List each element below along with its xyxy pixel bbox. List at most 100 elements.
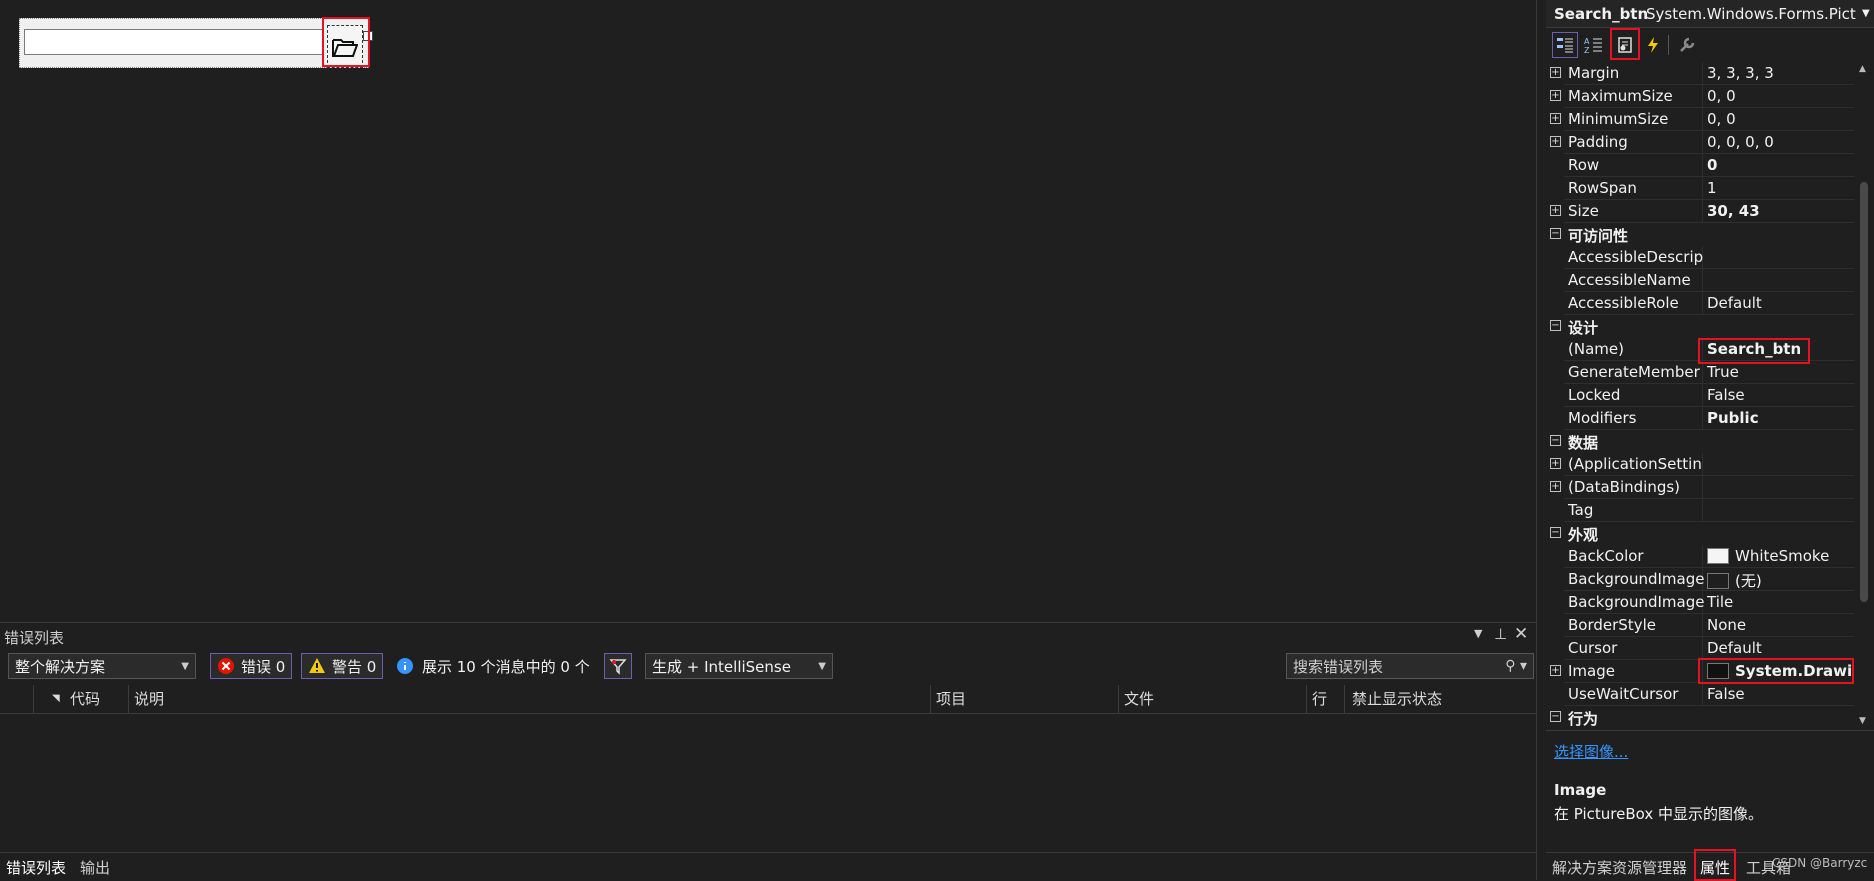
property-value[interactable]: 0, 0, 0, 0 bbox=[1707, 133, 1854, 151]
errors-filter-button[interactable]: 错误 0 bbox=[210, 653, 293, 679]
property-value[interactable]: 0, 0 bbox=[1707, 87, 1854, 105]
property-value[interactable]: Default bbox=[1707, 294, 1854, 312]
property-value[interactable]: True bbox=[1707, 363, 1854, 381]
property-name: Modifiers bbox=[1568, 409, 1637, 427]
property-value[interactable]: 0, 0 bbox=[1707, 110, 1854, 128]
tab-output[interactable]: 输出 bbox=[80, 857, 110, 878]
expand-icon[interactable]: + bbox=[1550, 205, 1561, 216]
tab-solution-explorer[interactable]: 解决方案资源管理器 bbox=[1552, 857, 1687, 878]
events-view-button[interactable] bbox=[1640, 32, 1666, 58]
column-header-suppression[interactable]: 禁止显示状态 bbox=[1352, 685, 1442, 713]
dropdown-arrow-icon[interactable]: ▼ bbox=[1474, 627, 1482, 640]
property-row[interactable]: Tag bbox=[1546, 499, 1854, 522]
categorized-button[interactable] bbox=[1552, 32, 1578, 58]
property-category[interactable]: − 外观 bbox=[1546, 522, 1854, 545]
property-name: AccessibleName bbox=[1568, 271, 1691, 289]
categorized-icon bbox=[1557, 38, 1573, 53]
properties-object-selector[interactable]: Search_btn System.Windows.Forms.Pict ▼ bbox=[1546, 0, 1874, 28]
alphabetical-button[interactable]: AZ bbox=[1580, 32, 1606, 58]
property-value[interactable]: False bbox=[1707, 386, 1854, 404]
property-category[interactable]: − 设计 bbox=[1546, 315, 1854, 338]
property-value[interactable]: False bbox=[1707, 685, 1854, 703]
scope-dropdown[interactable]: 整个解决方案 ▼ bbox=[8, 653, 196, 679]
property-value-cell[interactable] bbox=[1703, 246, 1854, 269]
property-value[interactable]: None bbox=[1707, 616, 1854, 634]
property-row[interactable]: Modifiers Public bbox=[1546, 407, 1854, 430]
property-row[interactable]: BackgroundImage Tile bbox=[1546, 591, 1854, 614]
expand-icon[interactable]: + bbox=[1550, 136, 1561, 147]
expand-icon[interactable]: + bbox=[1550, 113, 1561, 124]
property-value[interactable]: 30, 43 bbox=[1707, 202, 1854, 220]
property-value-text: 3, 3, 3, 3 bbox=[1707, 64, 1774, 82]
property-row[interactable]: BackColor WhiteSmoke bbox=[1546, 545, 1854, 568]
alphabetical-icon: AZ bbox=[1584, 37, 1602, 54]
column-header-code[interactable]: 代码 bbox=[70, 685, 100, 713]
property-row[interactable]: + MinimumSize 0, 0 bbox=[1546, 108, 1854, 131]
highlight-box-properties-tab bbox=[1694, 849, 1736, 881]
scroll-thumb[interactable] bbox=[1860, 182, 1868, 602]
choose-image-link[interactable]: 选择图像... bbox=[1554, 741, 1628, 762]
property-value[interactable]: WhiteSmoke bbox=[1707, 547, 1854, 565]
property-row[interactable]: + Margin 3, 3, 3, 3 bbox=[1546, 62, 1854, 85]
path-textbox[interactable] bbox=[24, 29, 324, 55]
property-row[interactable]: + (ApplicationSettin bbox=[1546, 453, 1854, 476]
scroll-up-icon[interactable]: ▲ bbox=[1859, 64, 1866, 74]
collapse-icon[interactable]: − bbox=[1550, 711, 1561, 722]
messages-filter-button[interactable]: 展示 10 个消息中的 0 个 bbox=[396, 653, 590, 679]
expand-icon[interactable]: + bbox=[1550, 458, 1561, 469]
property-value-cell[interactable] bbox=[1703, 453, 1854, 476]
filter-button[interactable] bbox=[604, 653, 632, 679]
property-value[interactable]: 0 bbox=[1707, 156, 1854, 174]
expand-icon[interactable]: + bbox=[1550, 665, 1561, 676]
property-value[interactable]: 3, 3, 3, 3 bbox=[1707, 64, 1854, 82]
build-source-dropdown[interactable]: 生成 + IntelliSense ▼ bbox=[645, 653, 833, 679]
property-row[interactable]: Row 0 bbox=[1546, 154, 1854, 177]
property-pages-button[interactable] bbox=[1674, 32, 1700, 58]
expand-icon[interactable]: + bbox=[1550, 67, 1561, 78]
property-value-cell[interactable] bbox=[1703, 476, 1854, 499]
property-value[interactable]: Public bbox=[1707, 409, 1854, 427]
property-row[interactable]: RowSpan 1 bbox=[1546, 177, 1854, 200]
property-grid-scrollbar[interactable]: ▲ ▼ bbox=[1856, 62, 1872, 730]
form-panel[interactable] bbox=[19, 18, 373, 68]
property-value-cell[interactable] bbox=[1703, 499, 1854, 522]
scroll-down-icon[interactable]: ▼ bbox=[1859, 716, 1866, 726]
property-row[interactable]: UseWaitCursor False bbox=[1546, 683, 1854, 706]
property-row[interactable]: + Size 30, 43 bbox=[1546, 200, 1854, 223]
column-header-line[interactable]: 行 bbox=[1312, 685, 1327, 713]
property-row[interactable]: Cursor Default bbox=[1546, 637, 1854, 660]
pin-icon[interactable]: ⊥ bbox=[1494, 625, 1507, 643]
property-value-cell[interactable] bbox=[1703, 269, 1854, 292]
property-row[interactable]: AccessibleDescrip bbox=[1546, 246, 1854, 269]
tab-error-list[interactable]: 错误列表 bbox=[6, 857, 66, 878]
collapse-icon[interactable]: − bbox=[1550, 228, 1561, 239]
property-category[interactable]: − 可访问性 bbox=[1546, 223, 1854, 246]
property-value[interactable]: Tile bbox=[1707, 593, 1854, 611]
error-search-input[interactable]: 搜索错误列表 ⚲ ▾ bbox=[1286, 653, 1534, 679]
property-category[interactable]: − 数据 bbox=[1546, 430, 1854, 453]
property-value[interactable]: (无) bbox=[1707, 570, 1854, 591]
property-row[interactable]: BorderStyle None bbox=[1546, 614, 1854, 637]
warnings-filter-button[interactable]: 警告 0 bbox=[301, 653, 384, 679]
collapse-icon[interactable]: − bbox=[1550, 320, 1561, 331]
close-icon[interactable]: ✕ bbox=[1514, 624, 1528, 644]
property-row[interactable]: AccessibleName bbox=[1546, 269, 1854, 292]
collapse-icon[interactable]: − bbox=[1550, 435, 1561, 446]
property-row[interactable]: + MaximumSize 0, 0 bbox=[1546, 85, 1854, 108]
property-row[interactable]: Locked False bbox=[1546, 384, 1854, 407]
expand-icon[interactable]: + bbox=[1550, 90, 1561, 101]
property-category[interactable]: − 行为 bbox=[1546, 706, 1854, 729]
vertical-splitter[interactable] bbox=[1536, 0, 1546, 880]
property-row[interactable]: AccessibleRole Default bbox=[1546, 292, 1854, 315]
property-row[interactable]: GenerateMember True bbox=[1546, 361, 1854, 384]
column-header-project[interactable]: 项目 bbox=[936, 685, 966, 713]
property-value[interactable]: Default bbox=[1707, 639, 1854, 657]
property-row[interactable]: + (DataBindings) bbox=[1546, 476, 1854, 499]
column-header-file[interactable]: 文件 bbox=[1124, 685, 1154, 713]
property-row[interactable]: + Padding 0, 0, 0, 0 bbox=[1546, 131, 1854, 154]
collapse-icon[interactable]: − bbox=[1550, 527, 1561, 538]
property-value[interactable]: 1 bbox=[1707, 179, 1854, 197]
column-header-description[interactable]: 说明 bbox=[134, 685, 164, 713]
expand-icon[interactable]: + bbox=[1550, 481, 1561, 492]
property-row[interactable]: BackgroundImage (无) bbox=[1546, 568, 1854, 591]
